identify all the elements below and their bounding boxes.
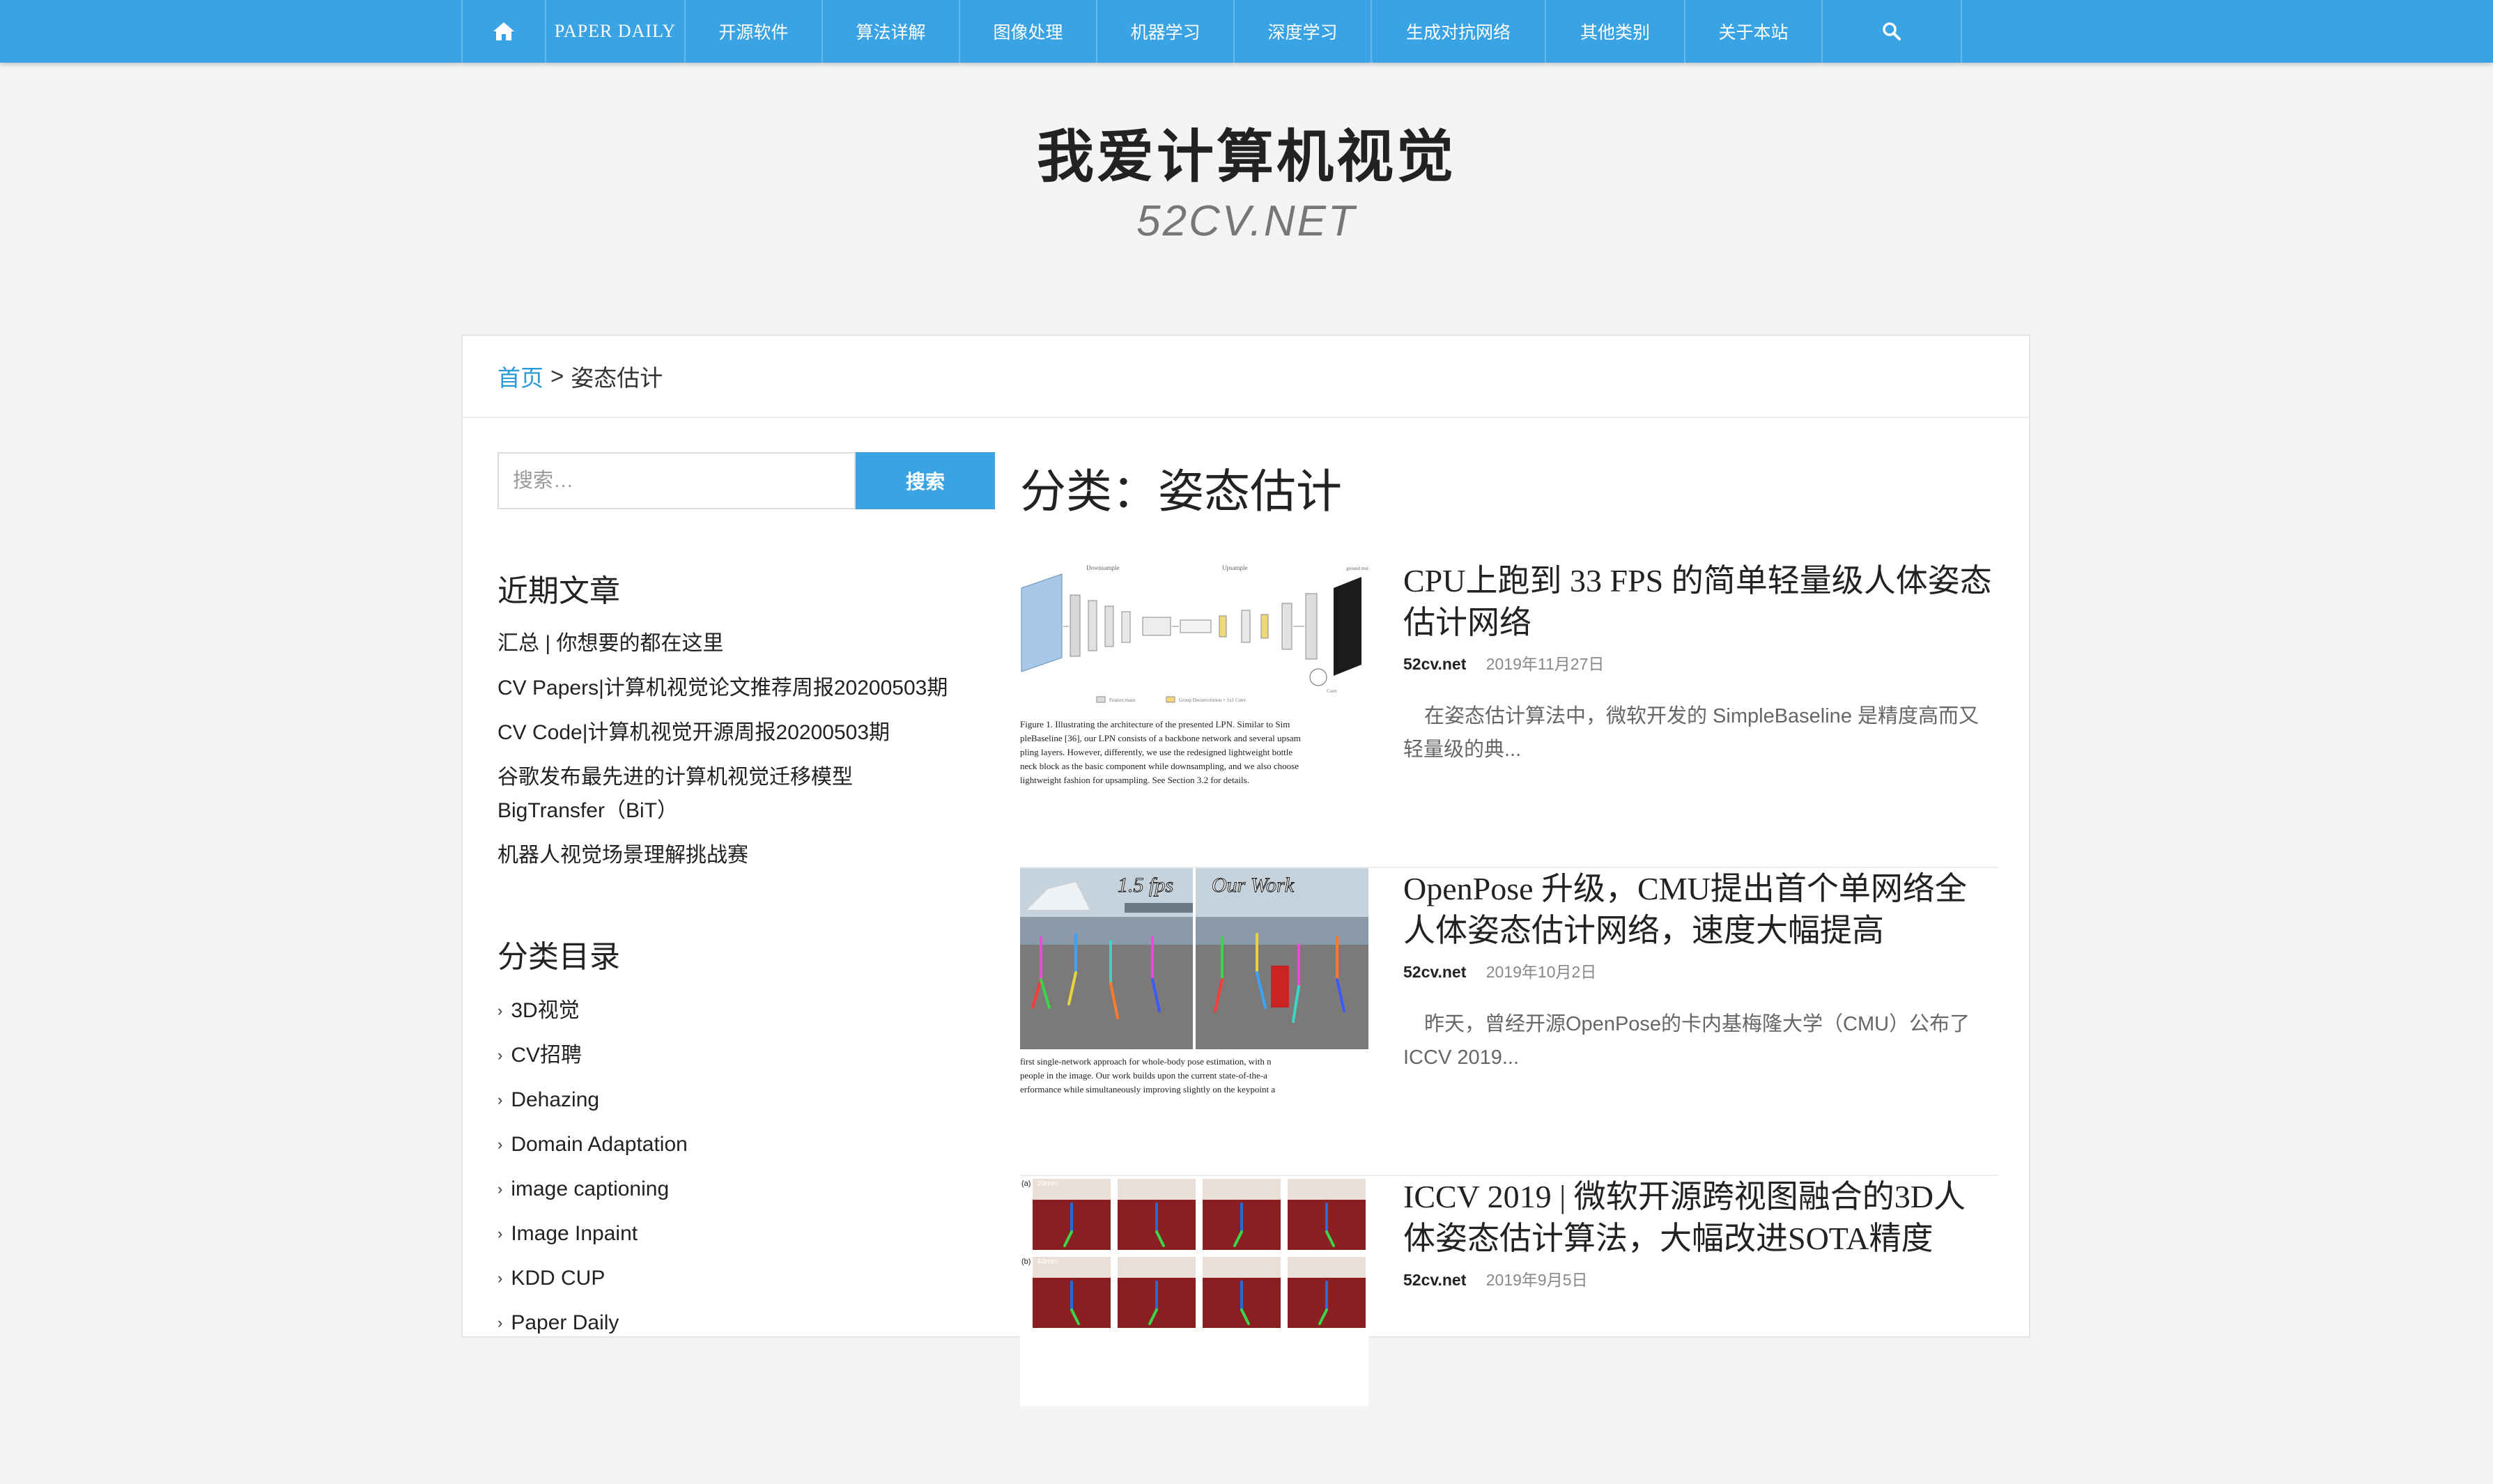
post-excerpt: 在姿态估计算法中，微软开发的 SimpleBaseline 是精度高而又轻量级的…: [1403, 705, 1979, 761]
nav-menu: PAPER DAILY 开源软件 算法详解 图像处理 机器学习 深度学习 生成对…: [461, 0, 1962, 63]
post-item: 1.5 fps Our Work first single-network ap…: [1020, 868, 1998, 1176]
post-title[interactable]: OpenPose 升级，CMU提出首个单网络全人体姿态估计网络，速度大幅提高: [1403, 868, 1996, 952]
nav-item-gan[interactable]: 生成对抗网络: [1372, 0, 1546, 63]
category-heading: 分类：姿态估计: [1020, 465, 1342, 518]
thumb-label: (a): [1021, 1180, 1031, 1188]
category-item[interactable]: › Image Inpaint: [497, 1212, 985, 1256]
thumb-label: Our Work: [1212, 874, 1295, 897]
chevron-right-icon: ›: [497, 1314, 503, 1331]
thumb-label: 40mm: [1037, 1258, 1058, 1266]
nav-item-deep-learning[interactable]: 深度学习: [1235, 0, 1372, 63]
categories-title: 分类目录: [497, 939, 620, 975]
thumb-caption-line: pleBaseline [36], our LPN consists of a …: [1020, 733, 1301, 743]
thumb-caption-line: first single-network approach for whole-…: [1020, 1056, 1272, 1067]
recent-post-link[interactable]: CV Papers|计算机视觉论文推荐周报20200503期: [497, 672, 985, 705]
category-label: image captioning: [511, 1177, 670, 1200]
thumb-caption-line: neck block as the basic component while …: [1020, 761, 1299, 771]
thumb-caption-line: lightweight fashion for upsampling. See …: [1020, 775, 1249, 785]
nav-search-button[interactable]: [1823, 0, 1962, 63]
breadcrumb-current: 姿态估计: [571, 365, 663, 391]
thumb-caption-line: erformance while simultaneously improvin…: [1020, 1084, 1275, 1095]
chevron-right-icon: ›: [497, 1046, 503, 1064]
post-excerpt: 昨天，曾经开源OpenPose的卡内基梅隆大学（CMU）公布了ICCV 2019…: [1403, 1013, 1970, 1069]
chevron-right-icon: ›: [497, 1136, 503, 1153]
nav-item-algorithms[interactable]: 算法详解: [823, 0, 960, 63]
post-meta: 52cv.net 2019年9月5日: [1403, 1267, 1588, 1290]
category-label: Paper Daily: [511, 1311, 619, 1334]
category-label: CV招聘: [511, 1044, 582, 1067]
category-label: 3D视觉: [511, 999, 580, 1022]
thumb-label: Upsample: [1222, 564, 1248, 571]
post-thumbnail[interactable]: Downsample Upsample ground truth heatmap…: [1020, 560, 1368, 790]
nav-item-machine-learning[interactable]: 机器学习: [1097, 0, 1235, 63]
category-item[interactable]: › Dehazing: [497, 1078, 985, 1122]
recent-post-link[interactable]: 谷歌发布最先进的计算机视觉迁移模型BigTransfer（BiT）: [497, 761, 888, 828]
category-item[interactable]: › Paper Daily: [497, 1301, 985, 1345]
nav-item-other[interactable]: 其他类别: [1546, 0, 1685, 63]
category-item[interactable]: › CV招聘: [497, 1033, 985, 1078]
post-author[interactable]: 52cv.net: [1403, 1271, 1466, 1289]
recent-posts-title: 近期文章: [497, 573, 620, 609]
post-title[interactable]: CPU上跑到 33 FPS 的简单轻量级人体姿态估计网络: [1403, 560, 1996, 644]
chevron-right-icon: ›: [497, 1002, 503, 1019]
post-item: (a) 20mm (b) 40mm ICCV 2019 | 微软开源跨视图融合的…: [1020, 1176, 1998, 1484]
post-author[interactable]: 52cv.net: [1403, 963, 1466, 981]
thumb-label: (b): [1021, 1258, 1031, 1266]
thumb-caption-line: people in the image. Our work builds upo…: [1020, 1070, 1267, 1081]
home-icon: [492, 21, 516, 42]
breadcrumb: 首页 > 姿态估计: [463, 336, 2029, 418]
category-label: KDD CUP: [511, 1267, 605, 1290]
post-date: 2019年10月2日: [1485, 963, 1597, 981]
site-title[interactable]: 我爱计算机视觉: [0, 110, 2493, 193]
chevron-right-icon: ›: [497, 1180, 503, 1198]
nav-item-paper-daily[interactable]: PAPER DAILY: [546, 0, 686, 63]
recent-post-link[interactable]: 机器人视觉场景理解挑战赛: [497, 839, 985, 872]
post-item: Downsample Upsample ground truth heatmap…: [1020, 560, 1998, 868]
post-date: 2019年11月27日: [1485, 655, 1605, 673]
thumb-label: Downsample: [1086, 564, 1120, 571]
category-item[interactable]: › image captioning: [497, 1167, 985, 1212]
thumb-label: Group Deconvolution + 1x1 Conv: [1179, 697, 1246, 703]
category-label: Dehazing: [511, 1088, 600, 1111]
nav-item-about[interactable]: 关于本站: [1685, 0, 1823, 63]
category-item[interactable]: › Domain Adaptation: [497, 1122, 985, 1167]
search-icon: [1882, 22, 1901, 41]
thumb-label: Feature maps: [1109, 697, 1136, 703]
top-nav-bar: PAPER DAILY 开源软件 算法详解 图像处理 机器学习 深度学习 生成对…: [0, 0, 2493, 63]
chevron-right-icon: ›: [497, 1091, 503, 1108]
post-author[interactable]: 52cv.net: [1403, 655, 1466, 673]
breadcrumb-separator: >: [550, 363, 564, 389]
chevron-right-icon: ›: [497, 1225, 503, 1242]
recent-post-link[interactable]: CV Code|计算机视觉开源周报20200503期: [497, 716, 985, 750]
recent-posts-list: 汇总 | 你想要的都在这里 CV Papers|计算机视觉论文推荐周报20200…: [497, 627, 985, 883]
site-subtitle: 52CV.NET: [1136, 197, 1357, 245]
thumb-label: 1.5 fps: [1118, 874, 1173, 897]
post-meta: 52cv.net 2019年10月2日: [1403, 959, 1596, 982]
post-date: 2019年9月5日: [1485, 1271, 1588, 1289]
category-item[interactable]: › KDD CUP: [497, 1256, 985, 1301]
search-input[interactable]: [497, 452, 856, 509]
nav-home[interactable]: [463, 0, 546, 63]
category-label: Domain Adaptation: [511, 1133, 688, 1156]
category-item[interactable]: › 3D视觉: [497, 989, 985, 1033]
chevron-right-icon: ›: [497, 1269, 503, 1287]
post-thumbnail[interactable]: 1.5 fps Our Work first single-network ap…: [1020, 868, 1368, 1098]
categories-list: › 3D视觉 › CV招聘 › Dehazing › Domain Adaptation…: [497, 989, 985, 1345]
thumb-label: Conv: [1327, 688, 1338, 694]
breadcrumb-home-link[interactable]: 首页: [497, 360, 543, 393]
content-card: 首页 > 姿态估计 搜索 近期文章 汇总 | 你想要的都在这里 CV Paper…: [461, 334, 2030, 1406]
thumb-caption-line: pling layers. However, differently, we u…: [1020, 747, 1292, 757]
recent-post-link[interactable]: 汇总 | 你想要的都在这里: [497, 627, 985, 660]
search-button[interactable]: 搜索: [856, 452, 995, 509]
post-title[interactable]: ICCV 2019 | 微软开源跨视图融合的3D人体姿态估计算法，大幅改进SOT…: [1403, 1176, 1996, 1260]
nav-item-image-processing[interactable]: 图像处理: [960, 0, 1097, 63]
post-meta: 52cv.net 2019年11月27日: [1403, 651, 1604, 674]
thumb-caption-line: Figure 1. Illustrating the architecture …: [1020, 719, 1290, 729]
category-label: Image Inpaint: [511, 1222, 638, 1245]
post-thumbnail[interactable]: (a) 20mm (b) 40mm: [1020, 1176, 1368, 1406]
nav-item-open-source[interactable]: 开源软件: [686, 0, 823, 63]
thumb-label: 20mm: [1037, 1180, 1058, 1188]
thumb-label: ground truth heatmaps: [1346, 566, 1368, 571]
